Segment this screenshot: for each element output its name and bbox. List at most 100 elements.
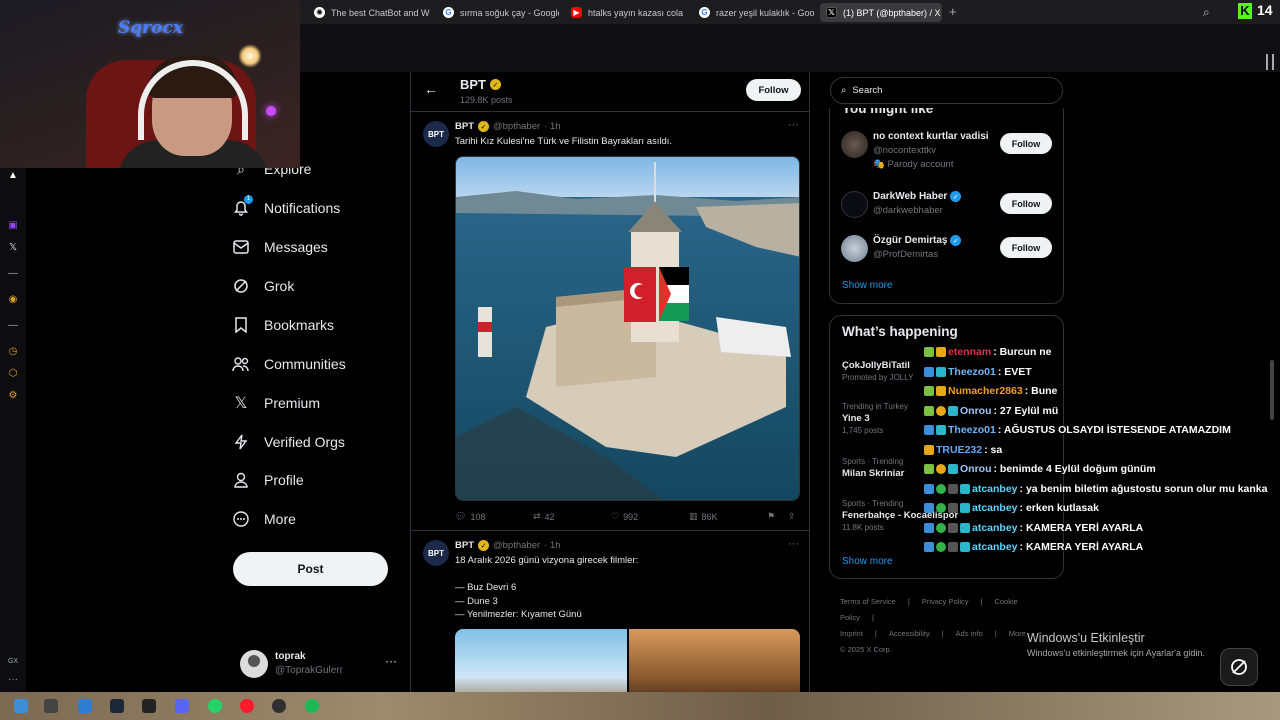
account-handle: @ToprakGulerr [275, 665, 343, 676]
nav-notifications[interactable]: 1 Notifications [232, 193, 340, 223]
avatar[interactable] [841, 191, 868, 218]
views-button[interactable]: ▥ 86K [689, 511, 718, 522]
epic-icon[interactable] [142, 699, 156, 713]
reply-button[interactable]: 💬︎ 108 [455, 511, 485, 522]
suggestion-item[interactable]: DarkWeb Haber ✓ @darkwebhaber Follow [830, 191, 1063, 235]
new-tab-button[interactable]: + [949, 4, 957, 19]
tweet[interactable]: BPT BPT ✓ @bpthaber · 1h ··· Tarihi Kız … [411, 113, 809, 531]
more-icon[interactable]: ··· [7, 674, 19, 686]
footer-link[interactable]: Privacy Policy [922, 597, 969, 606]
post-button[interactable]: Post [233, 552, 388, 586]
divider-icon: — [8, 320, 18, 331]
footer-link[interactable]: Accessibility [889, 629, 930, 638]
nav-bookmarks[interactable]: Bookmarks [232, 310, 334, 340]
search-taskbar-icon[interactable] [44, 699, 58, 713]
browser-tab-active[interactable]: 𝕏 (1) BPT (@bpthaber) / X [820, 3, 942, 22]
nav-premium[interactable]: 𝕏 Premium [232, 388, 320, 418]
verified-badge-icon: ✓ [478, 540, 489, 551]
search-icon[interactable]: ⌕ [1203, 5, 1210, 20]
account-switcher[interactable]: toprak @ToprakGulerr ··· [240, 648, 400, 680]
show-more-link[interactable]: Show more [842, 280, 893, 291]
suggestion-name[interactable]: DarkWeb Haber ✓ [873, 191, 962, 202]
follow-button[interactable]: Follow [1000, 133, 1052, 154]
verified-badge-icon: ✓ [950, 235, 962, 246]
suggestion-item[interactable]: Özgür Demirtaş ✓ @ProfDemirtas Follow [830, 235, 1063, 279]
whatsapp-icon[interactable] [208, 699, 222, 713]
tweet-time[interactable]: · 1h [544, 540, 560, 551]
show-more-link[interactable]: Show more [842, 556, 893, 567]
tweet[interactable]: BPT BPT ✓ @bpthaber · 1h ··· 18 Aralık 2… [411, 532, 809, 692]
nav-verified-orgs[interactable]: Verified Orgs [232, 427, 345, 457]
tweet-handle[interactable]: @bpthaber [493, 121, 540, 132]
suggestion-name[interactable]: no context kurtlar vadisi [873, 131, 989, 142]
tweet-time[interactable]: · 1h [544, 121, 560, 132]
movie-poster-image[interactable] [628, 629, 800, 692]
account-more-icon[interactable]: ··· [385, 654, 397, 668]
browser-tab[interactable]: G sırma soğuk çay - Google [437, 3, 559, 22]
spotify-icon[interactable] [305, 699, 319, 713]
avatar[interactable] [841, 131, 868, 158]
tweet-author[interactable]: BPT [455, 540, 474, 551]
avatar[interactable]: BPT [423, 121, 449, 147]
share-icon[interactable]: ⇪ [788, 511, 796, 522]
chat-message: atcanbey : ya benim biletim ağustostu so… [924, 481, 1268, 497]
back-arrow-icon[interactable]: ← [424, 81, 438, 97]
nav-messages[interactable]: Messages [232, 232, 328, 262]
search-input[interactable]: ⌕ Search [830, 77, 1063, 104]
footer-link[interactable]: Imprint [840, 629, 863, 638]
suggestion-item[interactable]: no context kurtlar vadisi @nocontexttkv … [830, 131, 1063, 175]
tweet-handle[interactable]: @bpthaber [493, 540, 540, 551]
more-options-icon[interactable]: ··· [788, 119, 799, 131]
clock-icon[interactable]: ◷ [7, 346, 19, 358]
obs-icon[interactable] [272, 699, 286, 713]
steam-icon[interactable] [110, 699, 124, 713]
sidebar-toggle-icon[interactable] [1266, 54, 1274, 70]
twitch-icon[interactable]: ▣ [7, 220, 19, 232]
box-icon[interactable]: ⬡ [7, 368, 19, 380]
badge-icon [936, 425, 946, 435]
nav-grok[interactable]: Grok [232, 271, 294, 301]
more-options-icon[interactable]: ··· [788, 538, 799, 550]
bookmark-icon[interactable]: ⚑ [767, 511, 775, 522]
badge-icon [948, 464, 958, 474]
kick-icon[interactable]: K [1238, 3, 1252, 19]
repost-button[interactable]: ⇄ 42 [533, 511, 555, 522]
follow-button[interactable]: Follow [1000, 193, 1052, 214]
gear-icon[interactable]: ⚙ [7, 390, 19, 402]
browser-tab[interactable]: ✺ The best ChatBot and W [308, 3, 430, 22]
movie-poster-image[interactable] [455, 629, 627, 692]
browser-tab[interactable]: G razer yeşil kulaklık - Goo [693, 3, 815, 22]
footer-link[interactable]: Ads info [956, 629, 983, 638]
grok-float-icon[interactable] [1220, 648, 1258, 686]
files-icon[interactable] [78, 699, 92, 713]
page-scrollbar[interactable] [1270, 360, 1274, 420]
avatar[interactable] [841, 235, 868, 262]
browser-tab[interactable]: ▶ htalks yayın kazası cola [565, 3, 687, 22]
discord-icon[interactable] [175, 699, 189, 713]
nav-communities[interactable]: Communities [232, 349, 346, 379]
tweet-images[interactable] [455, 629, 800, 692]
x-icon[interactable]: 𝕏 [7, 242, 19, 254]
tweet-image[interactable] [455, 156, 800, 501]
follow-button[interactable]: Follow [1000, 237, 1052, 258]
avatar[interactable]: BPT [423, 540, 449, 566]
arrow-up-icon[interactable]: ▲ [7, 170, 19, 182]
tweet-author[interactable]: BPT [455, 121, 474, 132]
play-icon[interactable]: ◉ [7, 294, 19, 306]
gx-icon[interactable]: GX [7, 656, 19, 668]
suggestion-name[interactable]: Özgür Demirtaş ✓ [873, 235, 962, 246]
start-icon[interactable] [14, 699, 28, 713]
opera-icon[interactable] [240, 699, 254, 713]
windows-activate-title: Windows'u Etkinleştir [1027, 631, 1145, 645]
like-button[interactable]: ♡ 992 [611, 511, 638, 522]
badge-icon [936, 386, 946, 396]
follow-button[interactable]: Follow [746, 79, 801, 101]
nav-more[interactable]: More [232, 504, 296, 534]
tab-title: htalks yayın kazası cola [588, 7, 684, 18]
footer-link[interactable]: Terms of Service [840, 597, 896, 606]
chat-text: : Bune [1024, 385, 1058, 397]
suggestion-handle: @darkwebhaber [873, 205, 943, 216]
nav-profile[interactable]: Profile [232, 465, 304, 495]
footer-separator: | [907, 597, 910, 606]
chat-user: Theezo01 [948, 424, 996, 436]
